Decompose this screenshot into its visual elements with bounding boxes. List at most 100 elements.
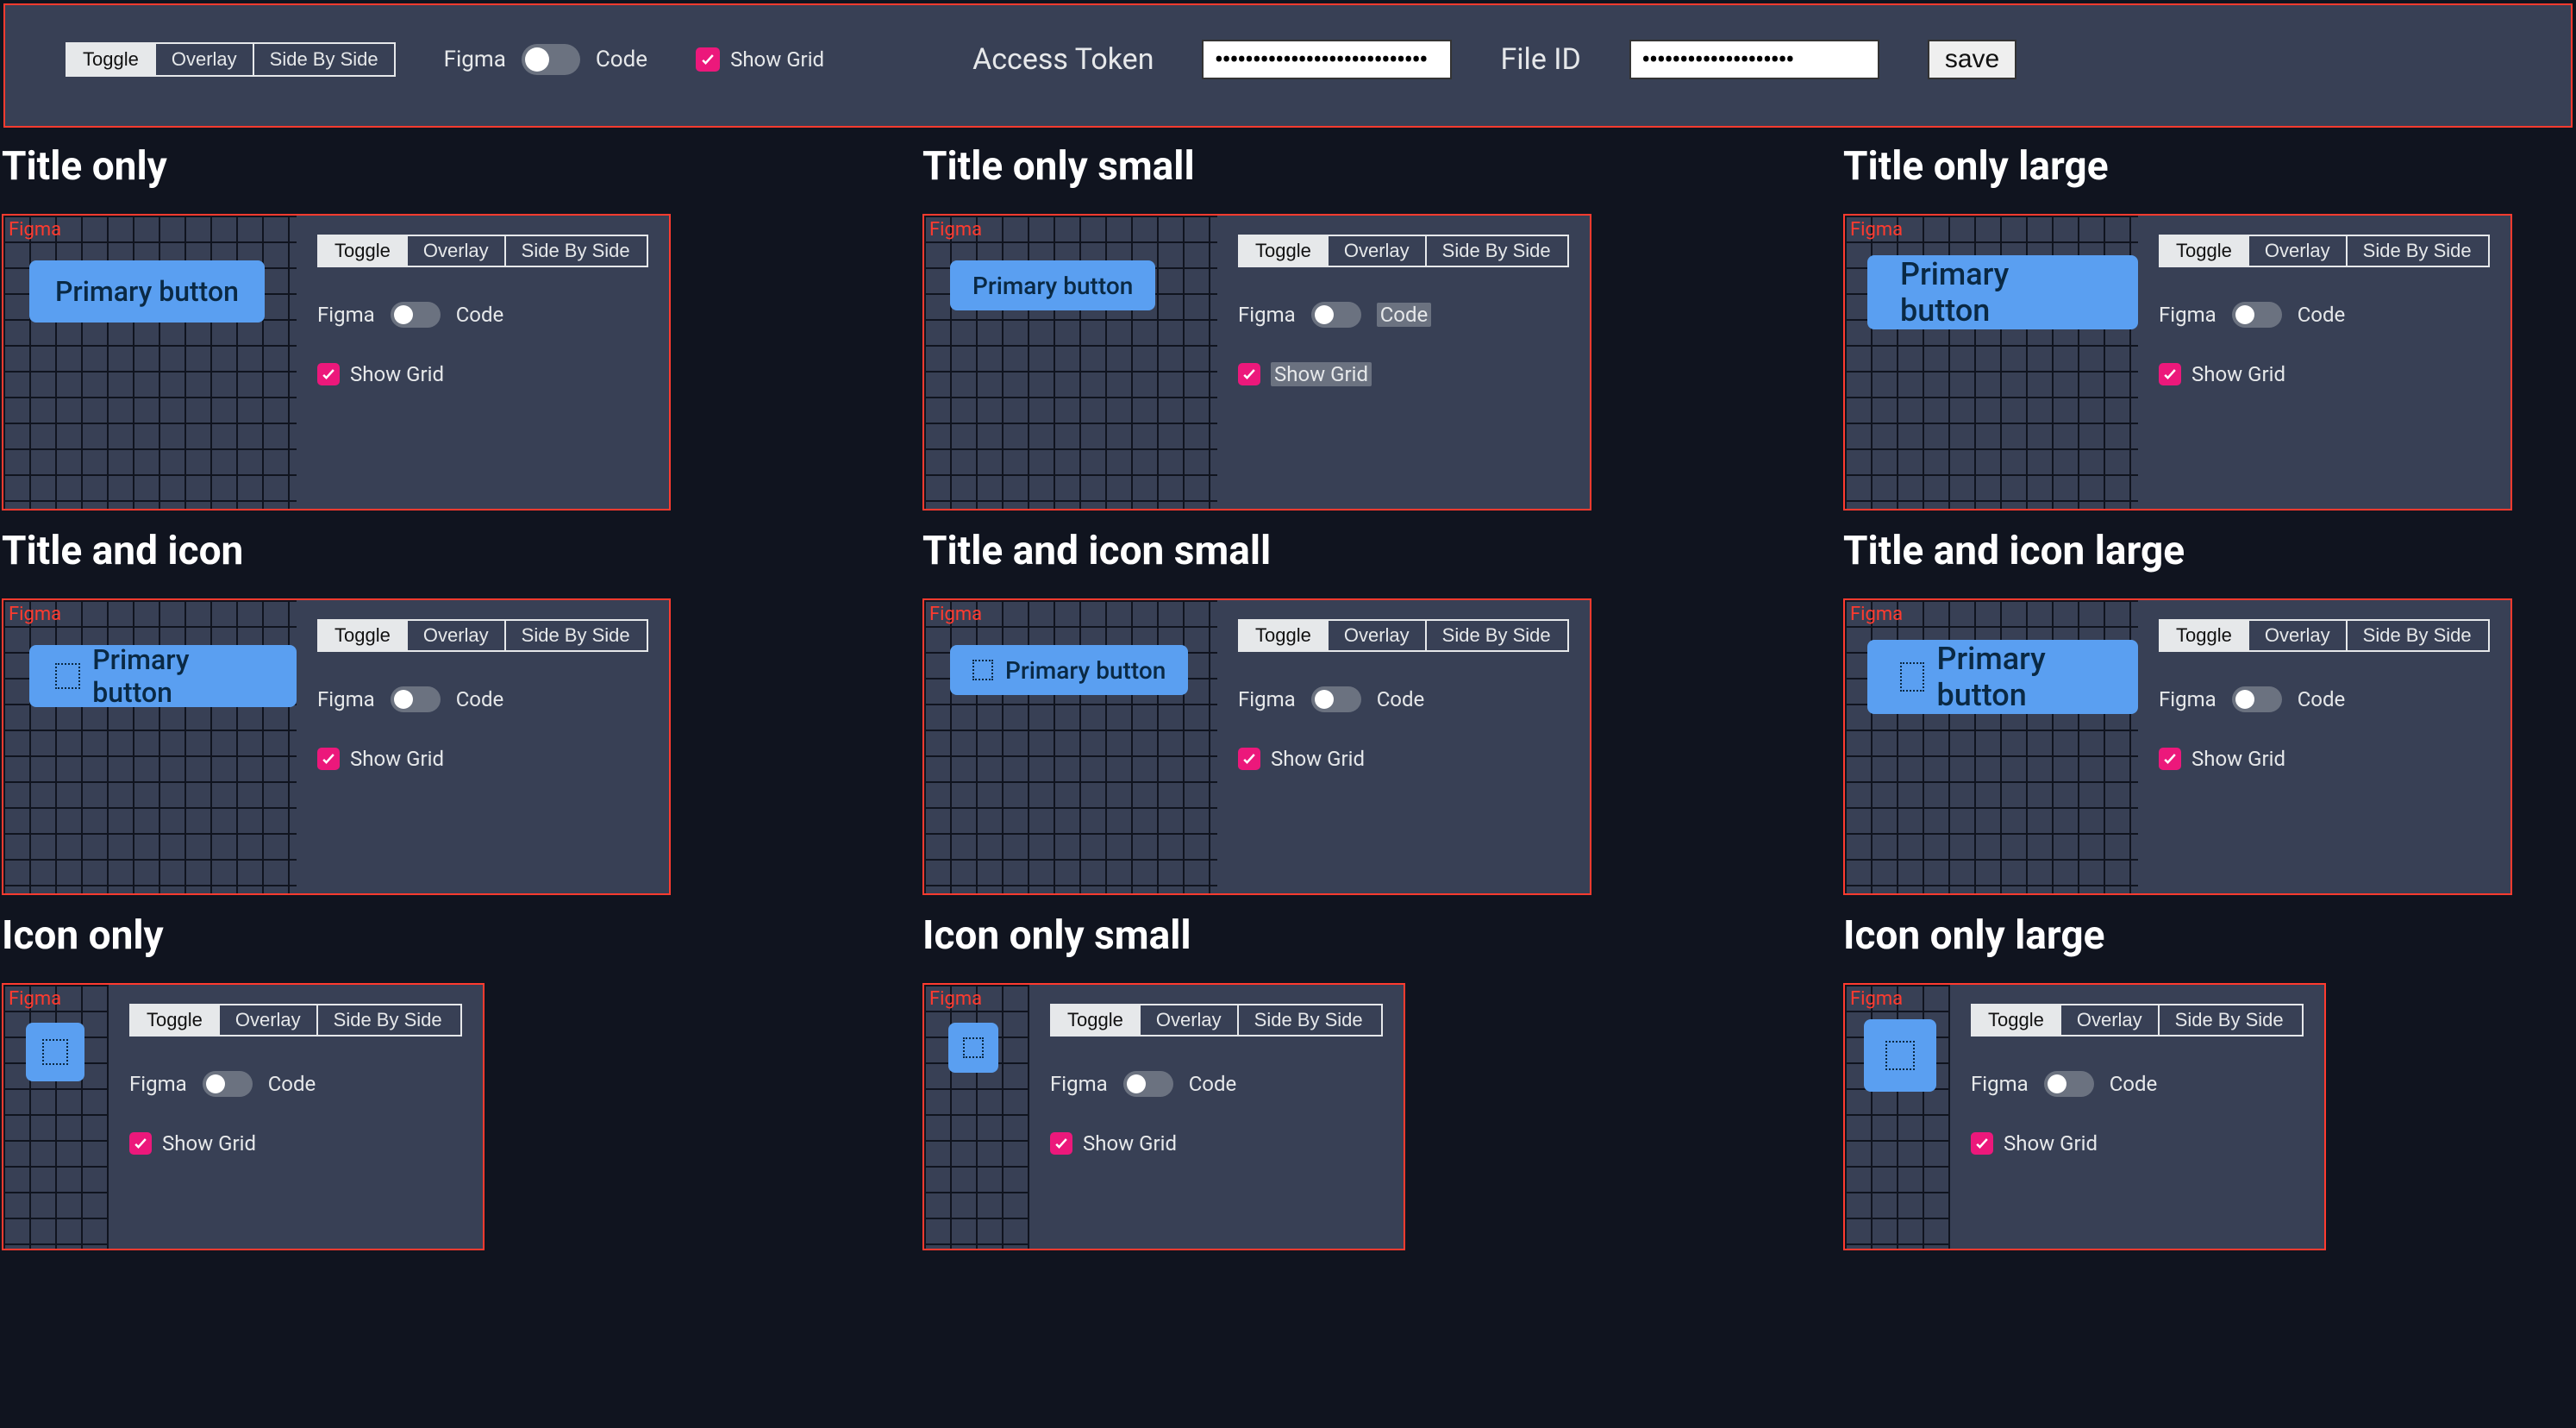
primary-button-label: Primary button [1900, 256, 2105, 329]
card-show-grid-label: Show Grid [2004, 1131, 2098, 1156]
card-view-mode-overlay[interactable]: Overlay [1141, 1005, 1239, 1035]
preview-source-tag: Figma [9, 219, 61, 241]
card-show-grid-row: Show Grid [317, 747, 648, 771]
card-show-grid-checkbox[interactable] [2159, 748, 2181, 770]
primary-button-preview[interactable] [948, 1023, 998, 1073]
card-view-mode-overlay[interactable]: Overlay [408, 236, 506, 266]
variant-card: Figma Primary button Toggle Overlay Side … [922, 598, 1591, 895]
card-view-mode-segment: Toggle Overlay Side By Side [2159, 619, 2490, 652]
card-view-mode-overlay[interactable]: Overlay [1329, 236, 1427, 266]
card-show-grid-row: Show Grid [1971, 1131, 2304, 1156]
card-controls: Toggle Overlay Side By Side Figma Code S… [109, 985, 483, 1249]
card-show-grid-row: Show Grid [1238, 362, 1569, 386]
card-view-mode-sbs[interactable]: Side By Side [1427, 236, 1566, 266]
card-source-switch[interactable] [203, 1071, 253, 1097]
card-view-mode-sbs[interactable]: Side By Side [2348, 236, 2487, 266]
card-controls: Toggle Overlay Side By Side Figma Code S… [297, 216, 669, 509]
primary-button-preview[interactable]: Primary button [1867, 640, 2138, 714]
primary-button-preview[interactable]: Primary button [29, 645, 297, 707]
show-grid-checkbox[interactable] [696, 47, 720, 72]
card-view-mode-overlay[interactable]: Overlay [2249, 236, 2348, 266]
variant-card: FigmaPrimary button Toggle Overlay Side … [1843, 598, 2512, 895]
variant-card: Figma Primary button Toggle Overlay Side … [2, 214, 671, 510]
card-view-mode-sbs[interactable]: Side By Side [2348, 621, 2487, 650]
card-source-switch[interactable] [391, 302, 441, 328]
card-view-mode-sbs[interactable]: Side By Side [1239, 1005, 1379, 1035]
preview-source-tag: Figma [929, 219, 982, 241]
card-view-mode-sbs[interactable]: Side By Side [506, 621, 646, 650]
card-view-mode-sbs[interactable]: Side By Side [506, 236, 646, 266]
card-show-grid-checkbox[interactable] [1050, 1132, 1072, 1155]
primary-button-preview[interactable]: Primary button [950, 645, 1188, 695]
save-button[interactable]: save [1928, 40, 2016, 79]
card-source-switch[interactable] [391, 686, 441, 712]
primary-button-label: Primary button [972, 272, 1133, 300]
card-show-grid-checkbox[interactable] [317, 748, 340, 770]
preview-source-tag: Figma [9, 988, 61, 1010]
card-switch-label-figma: Figma [1238, 687, 1296, 711]
card-view-mode-sbs[interactable]: Side By Side [318, 1005, 458, 1035]
card-view-mode-toggle[interactable]: Toggle [1973, 1005, 2061, 1035]
card-show-grid-checkbox[interactable] [129, 1132, 152, 1155]
card-source-switch-row: Figma Code [1238, 302, 1569, 328]
card-view-mode-toggle[interactable]: Toggle [1240, 621, 1329, 650]
card-view-mode-toggle[interactable]: Toggle [319, 621, 408, 650]
card-show-grid-label: Show Grid [162, 1131, 256, 1156]
card-source-switch[interactable] [1311, 302, 1361, 328]
card-view-mode-toggle[interactable]: Toggle [319, 236, 408, 266]
variant-card: FigmaPrimary button Toggle Overlay Side … [2, 598, 671, 895]
card-controls: Toggle Overlay Side By Side Figma Code S… [2138, 600, 2510, 893]
card-show-grid-checkbox[interactable] [317, 363, 340, 385]
card-view-mode-segment: Toggle Overlay Side By Side [129, 1004, 462, 1037]
card-view-mode-overlay[interactable]: Overlay [408, 621, 506, 650]
card-view-mode-toggle[interactable]: Toggle [2160, 621, 2249, 650]
card-view-mode-overlay[interactable]: Overlay [220, 1005, 318, 1035]
card-source-switch[interactable] [1311, 686, 1361, 712]
card-switch-label-figma: Figma [2159, 303, 2216, 327]
card-show-grid-checkbox[interactable] [2159, 363, 2181, 385]
view-mode-sbs[interactable]: Side By Side [254, 44, 394, 75]
primary-button-preview[interactable]: Primary button [29, 260, 265, 323]
card-source-switch[interactable] [2044, 1071, 2094, 1097]
card-source-switch-row: Figma Code [1971, 1071, 2304, 1097]
card-view-mode-toggle[interactable]: Toggle [131, 1005, 220, 1035]
card-controls: Toggle Overlay Side By Side Figma Code S… [1217, 216, 1590, 509]
access-token-input[interactable]: •••••••••••••••••••••••••••• [1202, 40, 1452, 79]
card-source-switch[interactable] [2232, 686, 2282, 712]
variant-card: Figma Toggle Overlay Side By Side Figma … [922, 983, 1405, 1250]
card-view-mode-overlay[interactable]: Overlay [2061, 1005, 2160, 1035]
card-switch-label-code: Code [1189, 1072, 1237, 1096]
card-show-grid-checkbox[interactable] [1238, 363, 1260, 385]
card-view-mode-toggle[interactable]: Toggle [1052, 1005, 1141, 1035]
figma-preview: Figma Primary button [3, 216, 297, 509]
placeholder-icon [1900, 662, 1924, 692]
card-view-mode-toggle[interactable]: Toggle [1240, 236, 1329, 266]
primary-button-label: Primary button [1936, 641, 2105, 713]
show-grid-label: Show Grid [730, 47, 824, 72]
card-source-switch[interactable] [2232, 302, 2282, 328]
card-switch-label-code: Code [1377, 303, 1432, 327]
primary-button-preview[interactable]: Primary button [1867, 255, 2138, 329]
primary-button-label: Primary button [1005, 656, 1166, 685]
card-switch-label-code: Code [456, 687, 504, 711]
file-id-input[interactable]: •••••••••••••••••••• [1629, 40, 1879, 79]
card-view-mode-toggle[interactable]: Toggle [2160, 236, 2249, 266]
check-icon [132, 1135, 149, 1152]
show-grid-row: Show Grid [696, 47, 824, 72]
source-switch[interactable] [522, 44, 580, 75]
card-view-mode-overlay[interactable]: Overlay [1329, 621, 1427, 650]
variant-title: Title and icon [2, 528, 733, 574]
card-view-mode-sbs[interactable]: Side By Side [2160, 1005, 2299, 1035]
card-show-grid-row: Show Grid [1050, 1131, 1383, 1156]
placeholder-icon [42, 1039, 68, 1065]
primary-button-preview[interactable]: Primary button [950, 260, 1155, 310]
view-mode-toggle[interactable]: Toggle [67, 44, 156, 75]
card-view-mode-sbs[interactable]: Side By Side [1427, 621, 1566, 650]
card-show-grid-checkbox[interactable] [1238, 748, 1260, 770]
view-mode-overlay[interactable]: Overlay [156, 44, 254, 75]
card-view-mode-overlay[interactable]: Overlay [2249, 621, 2348, 650]
card-source-switch[interactable] [1123, 1071, 1173, 1097]
primary-button-preview[interactable] [1864, 1019, 1936, 1092]
primary-button-preview[interactable] [26, 1023, 84, 1081]
card-show-grid-checkbox[interactable] [1971, 1132, 1993, 1155]
